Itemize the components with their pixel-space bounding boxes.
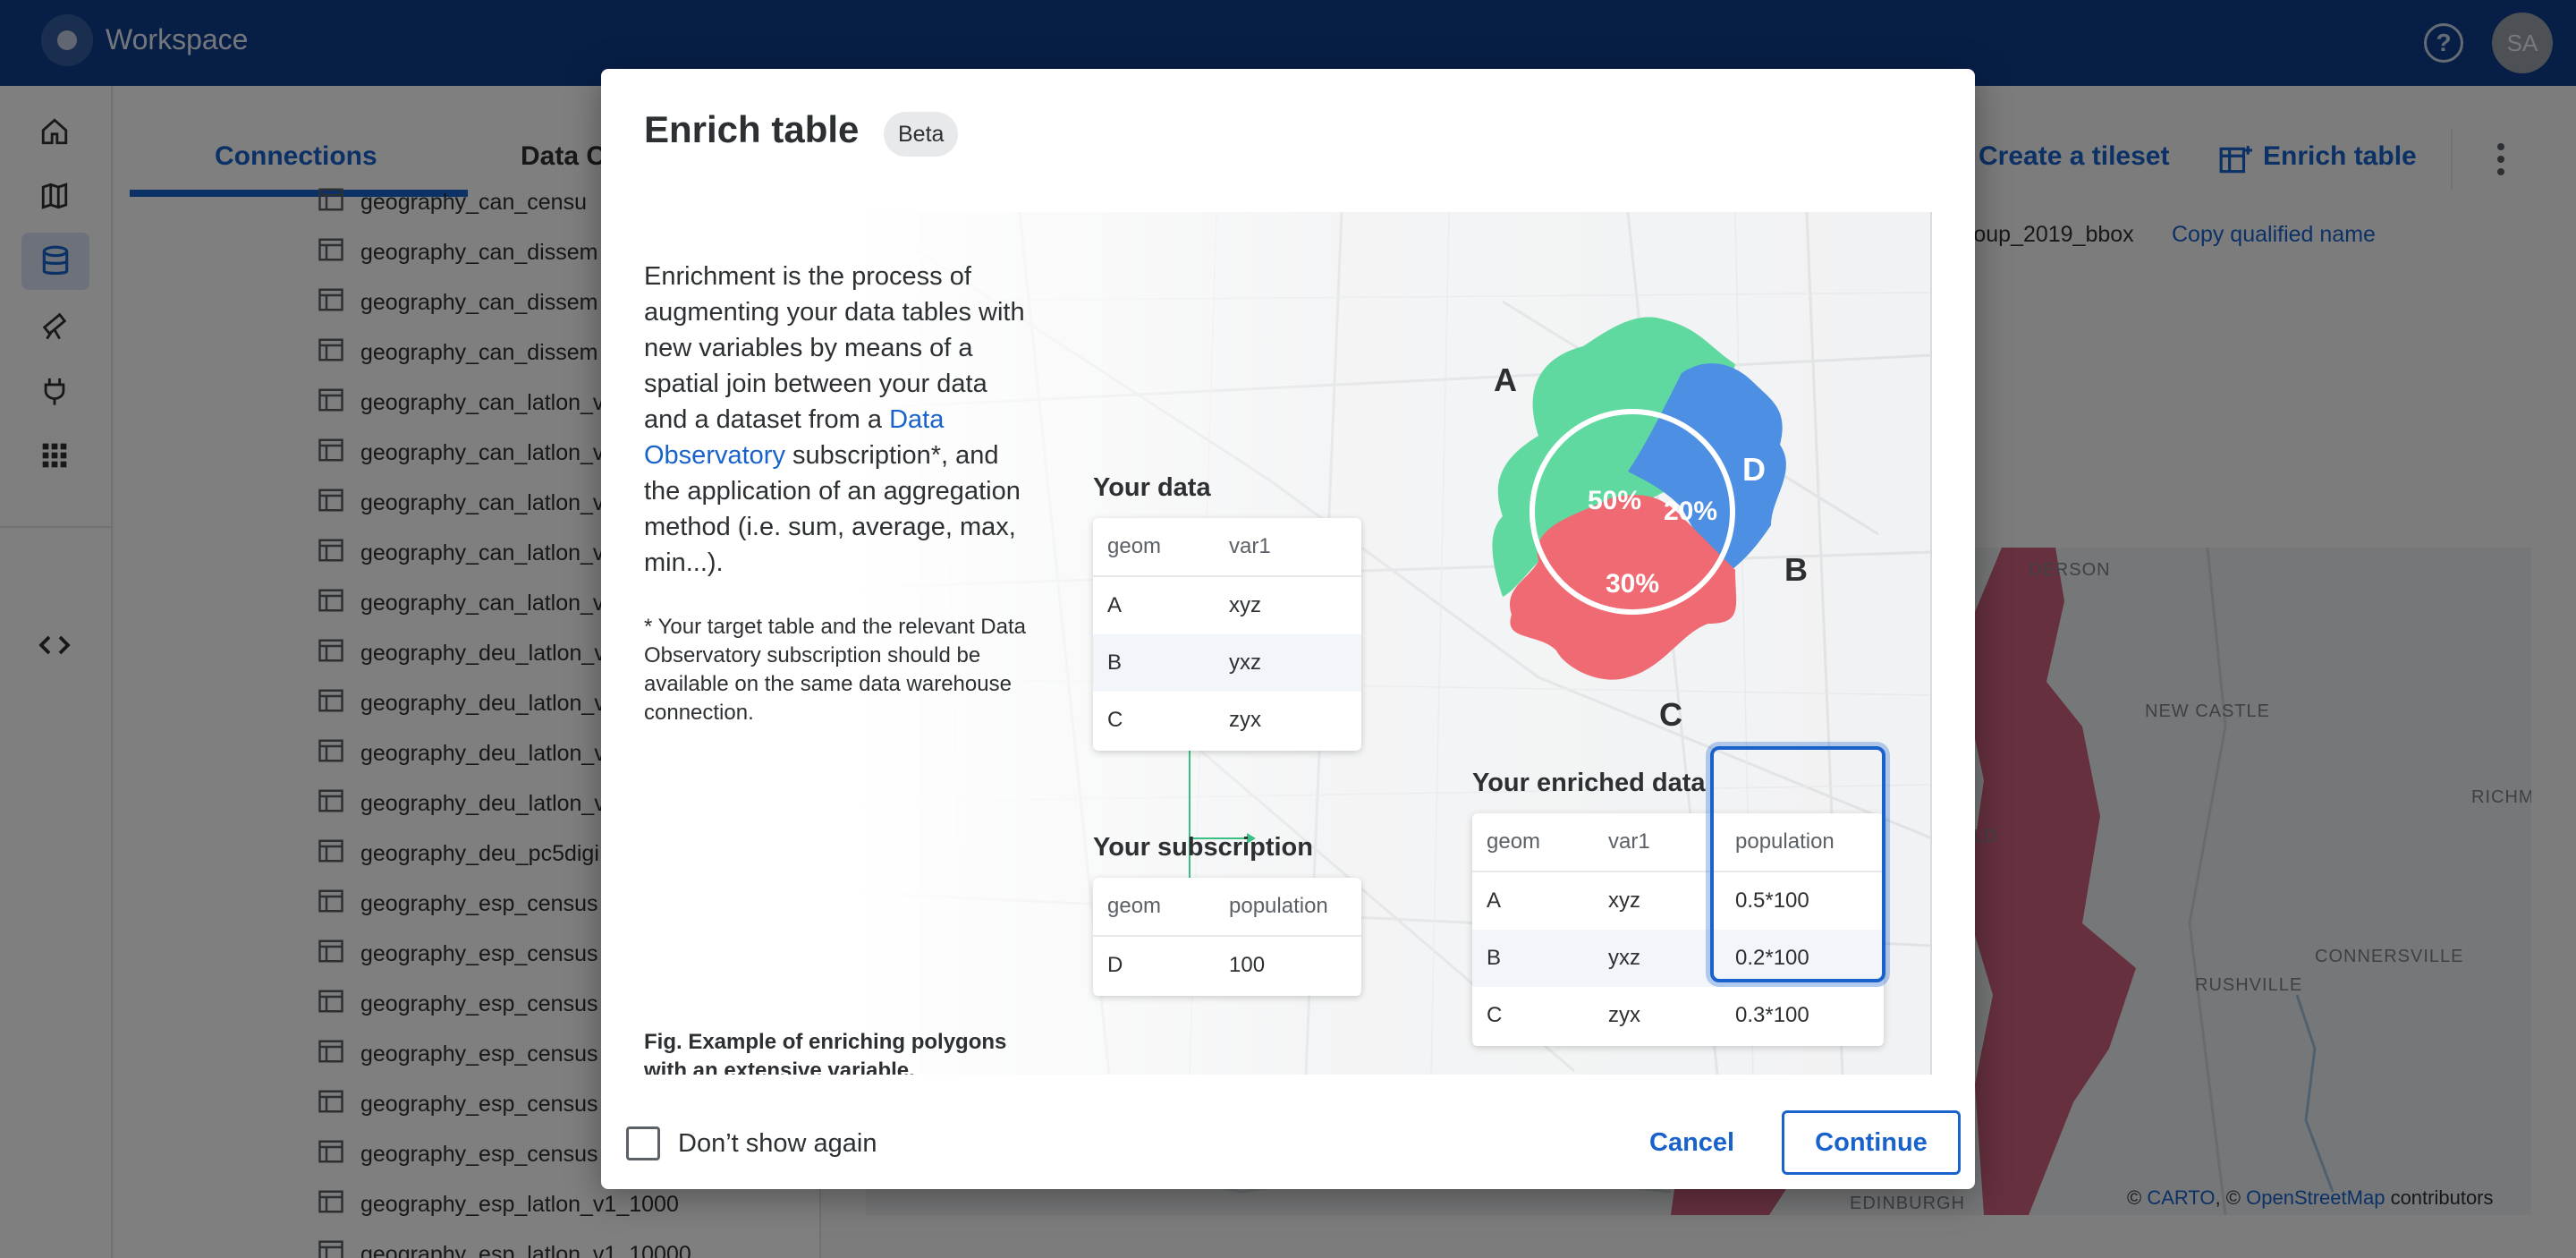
enrichment-description: Enrichment is the process of augmenting … [644, 262, 1025, 577]
your-data-title: Your data [1093, 473, 1211, 502]
table-row: Czyx [1093, 692, 1361, 749]
column-header: geom [1487, 829, 1541, 854]
population-column-highlight [1710, 746, 1885, 982]
beta-badge: Beta [884, 112, 959, 157]
your-subscription-table: geom population D 100 [1093, 878, 1361, 996]
table-cell: B [1107, 650, 1123, 675]
continue-button[interactable]: Continue [1782, 1110, 1961, 1175]
polygon-label-a: A [1494, 361, 1517, 398]
table-cell: B [1487, 946, 1502, 970]
polygon-label-c: C [1659, 696, 1682, 733]
enrichment-note: * Your target table and the relevant Dat… [644, 615, 1026, 725]
table-cell: 100 [1229, 953, 1266, 977]
polygon-label-d: D [1742, 451, 1766, 488]
table-cell: A [1487, 888, 1502, 913]
column-header: var1 [1608, 829, 1650, 854]
table-cell: 0.3*100 [1735, 1003, 1809, 1027]
enriched-data-title: Your enriched data [1472, 769, 1706, 797]
your-subscription-title: Your subscription [1093, 833, 1313, 862]
column-header: geom [1107, 894, 1162, 918]
table-cell: zyx [1229, 708, 1261, 732]
your-data-table: geom var1 Axyz Byxz Czyx [1093, 518, 1361, 751]
table-cell: C [1107, 708, 1123, 732]
dialog-title: Enrich table [644, 108, 860, 150]
percent-label-a: 50% [1588, 486, 1641, 515]
dont-show-again-checkbox[interactable] [626, 1126, 660, 1160]
table-row: Axyz [1093, 577, 1361, 634]
table-header-row: geom var1 [1093, 518, 1361, 577]
table-row: Czyx 0.3*100 [1472, 987, 1884, 1044]
polygon-enrichment-diagram: 50% 20% 30% A B C D [1492, 317, 1808, 733]
column-header: geom [1107, 534, 1162, 558]
table-cell: xyz [1608, 888, 1640, 913]
column-header: population [1229, 894, 1328, 918]
table-cell: xyz [1229, 593, 1261, 617]
figure-caption: Fig. Example of enriching polygons with … [644, 1030, 1007, 1075]
column-header: var1 [1229, 534, 1271, 558]
table-cell: yxz [1608, 946, 1640, 970]
table-row: D 100 [1093, 937, 1361, 994]
table-cell: zyx [1608, 1003, 1640, 1027]
table-header-row: geom population [1093, 878, 1361, 937]
enrich-table-dialog: Enrich table Beta Enrichment is the proc… [601, 69, 1975, 1189]
table-row: Byxz [1093, 634, 1361, 692]
percent-label-d: 20% [1664, 497, 1717, 526]
table-cell: D [1107, 953, 1123, 977]
table-cell: yxz [1229, 650, 1261, 675]
table-cell: C [1487, 1003, 1503, 1027]
dont-show-again-label[interactable]: Don’t show again [678, 1126, 877, 1160]
polygon-label-b: B [1784, 551, 1808, 588]
percent-label-c: 30% [1606, 569, 1659, 599]
table-cell: A [1107, 593, 1123, 617]
cancel-button[interactable]: Cancel [1649, 1123, 1734, 1162]
